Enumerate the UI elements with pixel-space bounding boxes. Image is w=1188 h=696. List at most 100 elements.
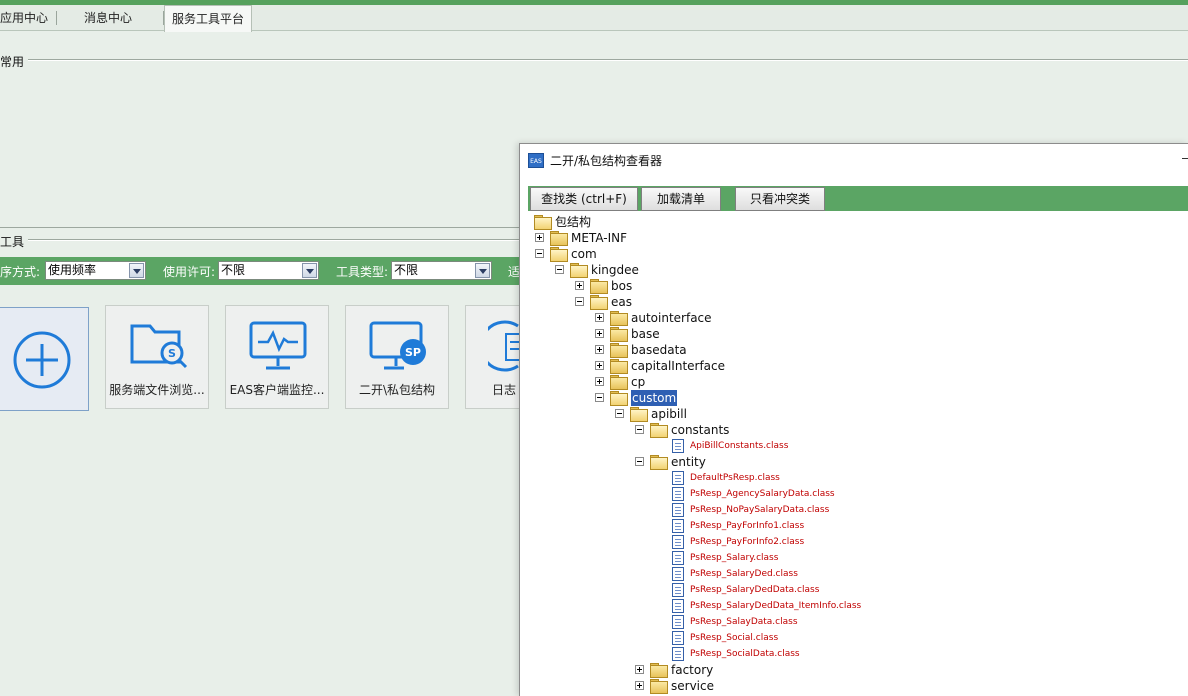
class-file-icon: [672, 647, 684, 661]
tree-folder-node[interactable]: 包结构: [520, 214, 1188, 230]
package-tree[interactable]: 包结构 META-INF com kingdee bos eas autointerface…: [520, 214, 1188, 696]
tree-folder-node[interactable]: capitalInterface: [520, 358, 1188, 374]
folder-open-icon: [650, 455, 668, 470]
find-class-button[interactable]: 查找类 (ctrl+F): [530, 187, 638, 211]
conflicts-only-button[interactable]: 只看冲突类: [735, 187, 825, 211]
tree-node-label: base: [631, 327, 660, 341]
expand-icon[interactable]: [595, 345, 604, 354]
tree-node-label: META-INF: [571, 231, 628, 245]
top-tab-bar: 应用中心 消息中心 服务工具平台: [0, 0, 1188, 32]
tree-class-node[interactable]: PsResp_SocialData.class: [520, 646, 1188, 662]
tree-folder-node[interactable]: basedata: [520, 342, 1188, 358]
tab-message-center[interactable]: 消息中心: [84, 5, 164, 31]
tree-class-node[interactable]: PsResp_Social.class: [520, 630, 1188, 646]
chevron-down-icon[interactable]: [302, 263, 317, 278]
collapse-icon[interactable]: [535, 249, 544, 258]
collapse-icon[interactable]: [635, 425, 644, 434]
tool-card-server-file-browser[interactable]: S 服务端文件浏览...: [105, 305, 209, 409]
tree-node-label: PsResp_PayForInfo2.class: [690, 537, 805, 547]
tree-folder-node[interactable]: apibill: [520, 406, 1188, 422]
tree-folder-node[interactable]: factory: [520, 662, 1188, 678]
tree-class-node[interactable]: DefaultPsResp.class: [520, 470, 1188, 486]
tree-node-label: factory: [671, 663, 714, 677]
tool-type-select[interactable]: 不限: [391, 261, 492, 280]
tree-class-node[interactable]: PsResp_SalaryDedData.class: [520, 582, 1188, 598]
collapse-icon[interactable]: [595, 393, 604, 402]
folder-open-icon: [610, 391, 628, 406]
tree-node-label: PsResp_SalaryDed.class: [690, 569, 798, 579]
folder-icon: [650, 679, 668, 694]
class-file-icon: [672, 535, 684, 549]
collapse-icon[interactable]: [575, 297, 584, 306]
tool-type-label: 工具类型:: [336, 265, 389, 279]
tree-folder-node[interactable]: kingdee: [520, 262, 1188, 278]
tree-class-node[interactable]: PsResp_NoPaySalaryData.class: [520, 502, 1188, 518]
tree-class-node[interactable]: PsResp_SalaryDedData_ItemInfo.class: [520, 598, 1188, 614]
minimize-icon[interactable]: [1182, 158, 1188, 159]
class-file-icon: [672, 583, 684, 597]
tree-node-label: service: [671, 679, 714, 693]
license-select[interactable]: 不限: [218, 261, 319, 280]
folder-icon: [610, 375, 628, 390]
collapse-icon[interactable]: [615, 409, 624, 418]
dialog-title-bar[interactable]: EAS 二开/私包结构查看器: [520, 144, 1188, 176]
tree-class-node[interactable]: PsResp_PayForInfo2.class: [520, 534, 1188, 550]
tree-folder-node[interactable]: service: [520, 678, 1188, 694]
dialog-toolbar: 查找类 (ctrl+F) 加载清单 只看冲突类: [528, 186, 1188, 211]
class-file-icon: [672, 503, 684, 517]
tree-class-node[interactable]: ApiBillConstants.class: [520, 438, 1188, 454]
tree-class-node[interactable]: PsResp_PayForInfo1.class: [520, 518, 1188, 534]
sort-select[interactable]: 使用频率: [45, 261, 146, 280]
collapse-icon[interactable]: [635, 457, 644, 466]
tree-folder-node[interactable]: autointerface: [520, 310, 1188, 326]
add-icon: [13, 331, 71, 389]
tools-divider-highlight: [24, 240, 520, 241]
expand-icon[interactable]: [595, 313, 604, 322]
tree-node-label: entity: [671, 455, 706, 469]
tree-class-node[interactable]: PsResp_Salary.class: [520, 550, 1188, 566]
tree-node-label: eas: [611, 295, 632, 309]
class-file-icon: [672, 471, 684, 485]
tab-app-center[interactable]: 应用中心: [0, 5, 57, 31]
expand-icon[interactable]: [595, 329, 604, 338]
tree-class-node[interactable]: PsResp_SalaryDed.class: [520, 566, 1188, 582]
tree-folder-node[interactable]: META-INF: [520, 230, 1188, 246]
folder-icon: [550, 231, 568, 246]
class-file-icon: [672, 567, 684, 581]
expand-icon[interactable]: [635, 665, 644, 674]
load-list-button[interactable]: 加载清单: [641, 187, 721, 211]
folder-icon: [610, 327, 628, 342]
expand-icon[interactable]: [635, 681, 644, 690]
tree-folder-node[interactable]: constants: [520, 422, 1188, 438]
folder-icon: [650, 663, 668, 678]
add-tool-card[interactable]: [0, 307, 89, 411]
tree-folder-node[interactable]: eas: [520, 294, 1188, 310]
tree-class-node[interactable]: PsResp_AgencySalaryData.class: [520, 486, 1188, 502]
sort-value: 使用频率: [48, 263, 97, 277]
tree-folder-node[interactable]: custom: [520, 390, 1188, 406]
folder-open-icon: [570, 263, 588, 278]
expand-icon[interactable]: [595, 361, 604, 370]
tree-class-node[interactable]: PsResp_SalayData.class: [520, 614, 1188, 630]
tree-folder-node[interactable]: com: [520, 246, 1188, 262]
chevron-down-icon[interactable]: [475, 263, 490, 278]
tree-folder-node[interactable]: bos: [520, 278, 1188, 294]
package-structure-viewer-dialog: EAS 二开/私包结构查看器 查找类 (ctrl+F) 加载清单 只看冲突类 包…: [519, 143, 1188, 696]
tree-node-label: custom: [631, 390, 678, 406]
tree-node-label: DefaultPsResp.class: [690, 473, 780, 483]
tool-card-eas-client-monitor[interactable]: EAS客户端监控...: [225, 305, 329, 409]
tool-card-label: 二开\私包结构: [358, 383, 436, 397]
tool-card-package-structure[interactable]: SP 二开\私包结构: [345, 305, 449, 409]
chevron-down-icon[interactable]: [129, 263, 144, 278]
sort-label: 序方式:: [0, 265, 41, 279]
tree-node-label: autointerface: [631, 311, 712, 325]
tab-service-tools-platform[interactable]: 服务工具平台: [164, 5, 253, 32]
collapse-icon[interactable]: [555, 265, 564, 274]
folder-open-icon: [650, 423, 668, 438]
tree-folder-node[interactable]: cp: [520, 374, 1188, 390]
expand-icon[interactable]: [595, 377, 604, 386]
expand-icon[interactable]: [575, 281, 584, 290]
tree-folder-node[interactable]: base: [520, 326, 1188, 342]
expand-icon[interactable]: [535, 233, 544, 242]
tree-folder-node[interactable]: entity: [520, 454, 1188, 470]
